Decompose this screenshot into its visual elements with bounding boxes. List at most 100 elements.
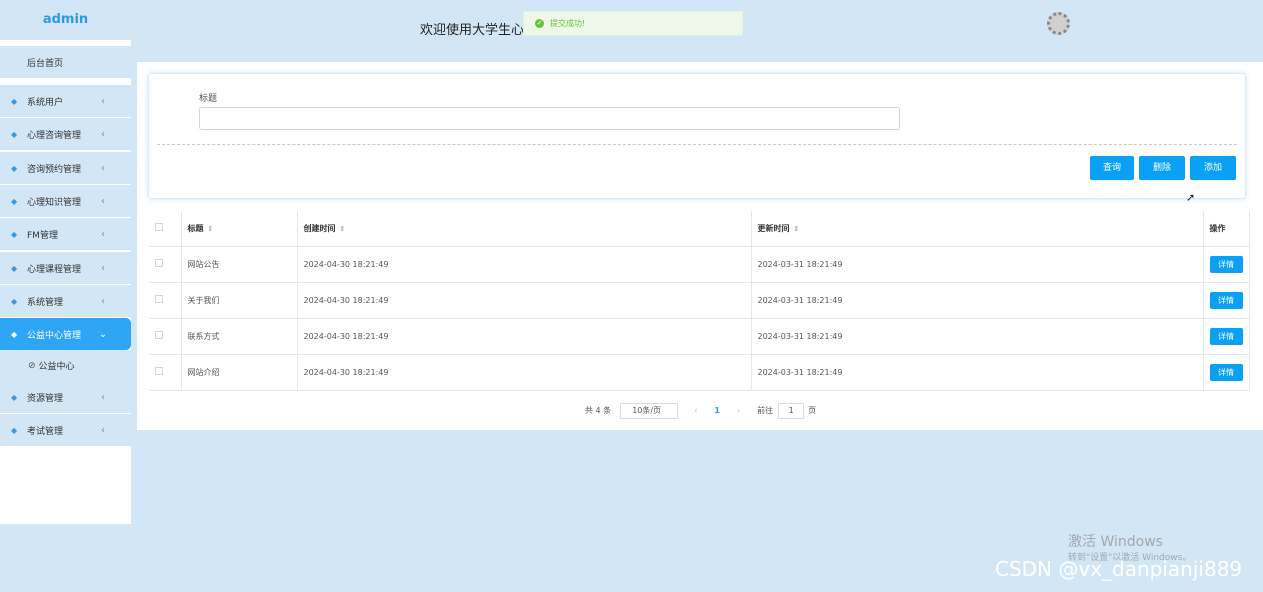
chevron-left-icon: ‹ (101, 424, 105, 436)
chevron-left-icon: ‹ (101, 262, 105, 274)
chevron-left-icon: ‹ (101, 228, 105, 240)
table-row: 网站介绍 2024-04-30 18:21:49 2024-03-31 18:2… (149, 354, 1250, 391)
cell-title: 联系方式 (181, 318, 298, 355)
table-row: 关于我们 2024-04-30 18:21:49 2024-03-31 18:2… (149, 282, 1250, 319)
sidebar-item-label: 心理课程管理 (27, 264, 82, 275)
sidebar-item-exams[interactable]: ◆ 考试管理 ‹ (0, 414, 131, 446)
windows-activation-title: 激活 Windows (1068, 534, 1163, 550)
title-search-label: 标题 (199, 94, 218, 104)
sidebar-item-charity[interactable]: ◆ 公益中心管理 ⌄ (0, 318, 131, 350)
cell-created: 2024-04-30 18:21:49 (297, 318, 752, 355)
select-all-checkbox[interactable] (155, 223, 163, 232)
chevron-left-icon: ‹ (101, 95, 105, 107)
column-label: 更新时间 (757, 223, 790, 233)
table-header-row: 标题 ⇕ 创建时间 ⇕ 更新时间 ⇕ 操作 (149, 211, 1250, 247)
cell-updated: 2024-03-31 18:21:49 (751, 318, 1204, 355)
sidebar-item-system-users[interactable]: ◆ 系统用户 ‹ (0, 85, 131, 117)
cell-title: 网站公告 (181, 246, 298, 283)
sidebar-item-courses[interactable]: ◆ 心理课程管理 ‹ (0, 252, 131, 284)
toast-message: 提交成功! (550, 19, 586, 28)
sidebar-subitem-charity-center[interactable]: ⊘ 公益中心 (0, 350, 131, 381)
cell-created: 2024-04-30 18:21:49 (297, 282, 752, 319)
chevron-left-icon: ‹ (101, 195, 105, 207)
diamond-icon: ◆ (11, 96, 18, 106)
table-row: 联系方式 2024-04-30 18:21:49 2024-03-31 18:2… (149, 318, 1250, 355)
sidebar-item-label: 系统用户 (27, 97, 64, 108)
sidebar-item-label: 公益中心管理 (27, 330, 82, 341)
sidebar-item-label: 心理咨询管理 (27, 130, 82, 141)
detail-button[interactable]: 详情 (1209, 327, 1243, 345)
cell-created: 2024-04-30 18:21:49 (297, 246, 752, 283)
data-table: 标题 ⇕ 创建时间 ⇕ 更新时间 ⇕ 操作 网站公告 2024-04-30 18:21… (149, 211, 1250, 391)
goto-label: 前往 (757, 406, 774, 415)
row-select-cell (149, 282, 182, 319)
success-toast: ✓ 提交成功! (523, 11, 743, 36)
row-select-cell (149, 318, 182, 355)
query-button[interactable]: 查询 (1090, 156, 1134, 180)
cell-updated: 2024-03-31 18:21:49 (751, 246, 1204, 283)
detail-button[interactable]: 详情 (1209, 291, 1243, 309)
row-checkbox[interactable] (155, 295, 163, 303)
detail-button[interactable]: 详情 (1209, 255, 1243, 273)
sidebar-item-label: FM管理 (27, 230, 58, 241)
column-header-updated[interactable]: 更新时间 ⇕ (751, 211, 1204, 247)
sidebar-item-fm[interactable]: ◆ FM管理 ‹ (0, 218, 131, 250)
sort-icon[interactable]: ⇕ (340, 225, 346, 233)
add-button[interactable]: 添加 (1190, 156, 1236, 180)
chevron-left-icon: ‹ (101, 295, 105, 307)
total-count: 共 4 条 (585, 406, 612, 415)
select-all-cell (149, 211, 182, 247)
search-card: 标题 查询 删除 添加 (148, 73, 1246, 199)
detail-button[interactable]: 详情 (1209, 363, 1243, 381)
sort-icon[interactable]: ⇕ (794, 225, 800, 233)
sidebar-item-appointments[interactable]: ◆ 咨询预约管理 ‹ (0, 152, 131, 184)
sidebar-item-label: 系统管理 (27, 297, 64, 308)
next-page-icon[interactable]: › (737, 406, 740, 415)
diamond-icon: ◆ (11, 163, 18, 173)
diamond-icon: ◆ (11, 392, 18, 402)
diamond-icon: ◆ (11, 263, 18, 273)
row-checkbox[interactable] (155, 259, 163, 267)
title-search-input[interactable] (199, 107, 900, 130)
page-size-select[interactable]: 10条/页 (620, 402, 679, 419)
cell-updated: 2024-03-31 18:21:49 (751, 282, 1204, 319)
diamond-icon: ◆ (11, 425, 18, 435)
cell-created: 2024-04-30 18:21:49 (297, 354, 752, 391)
diamond-icon: ◆ (11, 296, 18, 306)
cell-actions: 详情 (1203, 318, 1250, 355)
sidebar-item-counseling[interactable]: ◆ 心理咨询管理 ‹ (0, 118, 131, 150)
sidebar-item-label: 后台首页 (27, 58, 64, 69)
jump-input[interactable]: 1 (778, 402, 805, 419)
row-checkbox[interactable] (155, 367, 163, 375)
cell-updated: 2024-03-31 18:21:49 (751, 354, 1204, 391)
sidebar-item-label: 咨询预约管理 (27, 164, 82, 175)
sort-icon[interactable]: ⇕ (208, 225, 214, 233)
avatar[interactable] (1047, 12, 1070, 35)
sidebar-item-system[interactable]: ◆ 系统管理 ‹ (0, 285, 131, 317)
page-unit-label: 页 (808, 406, 817, 415)
welcome-title: 欢迎使用大学生心 (420, 23, 525, 38)
column-header-created[interactable]: 创建时间 ⇕ (297, 211, 752, 247)
logo: admin (0, 0, 131, 40)
row-select-cell (149, 246, 182, 283)
row-select-cell (149, 354, 182, 391)
column-label: 创建时间 (303, 223, 336, 233)
sidebar-item-knowledge[interactable]: ◆ 心理知识管理 ‹ (0, 185, 131, 217)
sidebar-item-home[interactable]: 后台首页 (0, 46, 131, 78)
sidebar-item-resources[interactable]: ◆ 资源管理 ‹ (0, 381, 131, 413)
chevron-left-icon: ‹ (101, 162, 105, 174)
mouse-cursor-icon: ➚ (1186, 191, 1196, 204)
divider (157, 144, 1237, 145)
prev-page-icon[interactable]: ‹ (694, 406, 697, 415)
row-checkbox[interactable] (155, 331, 163, 339)
chevron-down-icon: ⌄ (98, 328, 108, 340)
delete-button[interactable]: 删除 (1139, 156, 1185, 180)
sidebar-item-label: 考试管理 (27, 426, 64, 437)
csdn-watermark: CSDN @vx_danpianji889 (995, 557, 1243, 581)
cell-actions: 详情 (1203, 354, 1250, 391)
page-number[interactable]: 1 (714, 406, 720, 415)
cell-title: 关于我们 (181, 282, 298, 319)
column-label: 操作 (1209, 223, 1226, 233)
column-header-title[interactable]: 标题 ⇕ (181, 211, 298, 247)
cell-title: 网站介绍 (181, 354, 298, 391)
